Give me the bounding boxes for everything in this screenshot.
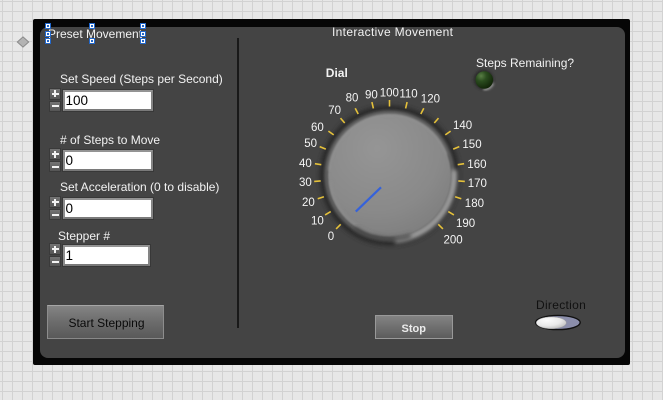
svg-text:50: 50 <box>304 138 317 150</box>
svg-text:10: 10 <box>311 215 324 227</box>
svg-text:120: 120 <box>421 94 440 106</box>
svg-text:60: 60 <box>311 122 324 134</box>
svg-text:90: 90 <box>365 89 378 101</box>
svg-text:0: 0 <box>328 231 334 243</box>
svg-text:140: 140 <box>453 120 472 132</box>
svg-text:20: 20 <box>302 197 315 209</box>
svg-text:40: 40 <box>299 158 312 170</box>
svg-text:150: 150 <box>462 139 481 151</box>
svg-text:30: 30 <box>299 177 312 189</box>
svg-text:190: 190 <box>456 218 475 230</box>
svg-text:70: 70 <box>328 105 341 117</box>
svg-text:180: 180 <box>465 198 484 210</box>
svg-text:160: 160 <box>467 159 486 171</box>
svg-text:80: 80 <box>346 92 359 104</box>
svg-text:100: 100 <box>380 88 399 100</box>
svg-text:200: 200 <box>444 235 463 247</box>
svg-text:170: 170 <box>468 178 487 190</box>
svg-text:110: 110 <box>399 89 417 101</box>
